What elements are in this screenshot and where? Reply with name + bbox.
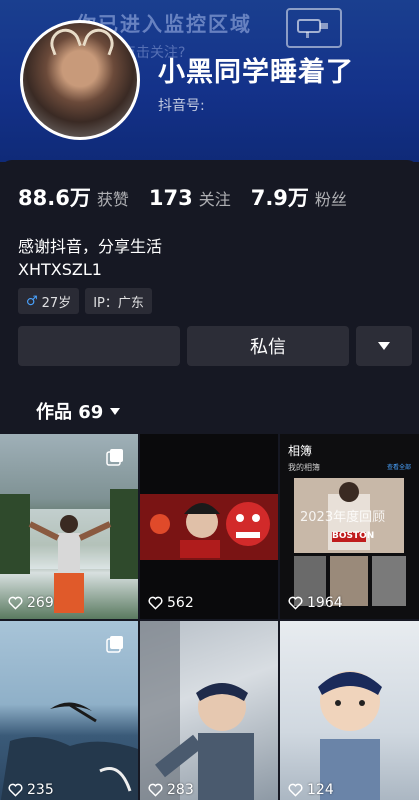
red-mask-scene: [140, 494, 278, 560]
antler-decoration: [46, 24, 82, 56]
nickname: 小黑同学睡着了: [158, 57, 354, 88]
stat-following-value: 173: [148, 186, 193, 210]
video-likes-count: 562: [167, 595, 194, 611]
more-dropdown-button[interactable]: [356, 326, 412, 366]
douyin-id-label: 抖音号:: [158, 98, 205, 114]
age-text: 27岁: [41, 295, 72, 311]
video-likes: 269: [8, 595, 54, 611]
heart-icon: [148, 783, 163, 797]
album-overlay-text: 2023年度回顾: [300, 510, 386, 525]
multi-image-icon: [106, 636, 123, 653]
camera-icon: [286, 8, 342, 48]
heart-icon: [8, 783, 23, 797]
stat-followers-value: 7.9万: [250, 186, 309, 210]
tab-works[interactable]: 作品 69: [36, 398, 121, 424]
video-likes-count: 283: [167, 782, 194, 798]
album-shirt-text: BOSTON: [332, 531, 375, 541]
album-thumbnail[interactable]: 相簿 我的相簿 查看全部 2023年度回顾 BOSTON 1964: [280, 434, 419, 619]
male-icon: ♂: [26, 293, 38, 309]
heart-icon: [288, 596, 303, 610]
video-likes: 562: [148, 595, 194, 611]
stat-followers-label: 粉丝: [314, 190, 347, 209]
video-likes: 235: [8, 782, 54, 798]
video-thumbnail[interactable]: 124: [280, 621, 419, 800]
video-grid: 269 562 相簿 我的相簿 查看全部 2023年度回顾 BOSTON 196…: [0, 434, 419, 800]
stat-likes-label: 获赞: [96, 190, 129, 209]
antler-decoration: [82, 24, 118, 56]
bandana-portrait-scene: [318, 671, 382, 800]
ip-text: IP：广东: [93, 295, 144, 311]
video-thumbnail[interactable]: 269: [0, 434, 138, 619]
age-tag: ♂ 27岁: [18, 288, 80, 314]
tag-row: ♂ 27岁 IP：广东: [18, 288, 152, 314]
heart-icon: [8, 596, 23, 610]
stats-row: 88.6万 获赞 173 关注 7.9万 粉丝: [18, 182, 359, 212]
follow-button[interactable]: [18, 326, 180, 366]
ip-tag: IP：广东: [85, 288, 152, 314]
tab-works-label: 作品 69: [36, 402, 104, 423]
heart-icon: [288, 783, 303, 797]
stat-following-label: 关注: [198, 190, 231, 209]
video-likes: 1964: [288, 595, 343, 611]
bio-text: 感谢抖音，分享生活: [18, 237, 163, 256]
triangle-down-icon: [378, 342, 390, 350]
stat-likes-value: 88.6万: [18, 186, 91, 210]
video-likes-count: 269: [27, 595, 54, 611]
message-button[interactable]: 私信: [187, 326, 349, 366]
action-buttons: 私信: [18, 326, 412, 366]
bio-id-text: XHTXSZL1: [18, 260, 102, 279]
bandana-selfie-scene: [140, 621, 254, 800]
video-likes-count: 1964: [307, 595, 343, 611]
heart-icon: [148, 596, 163, 610]
video-likes-count: 124: [307, 782, 334, 798]
video-likes-count: 235: [27, 782, 54, 798]
video-likes: 283: [148, 782, 194, 798]
video-likes: 124: [288, 782, 334, 798]
video-thumbnail[interactable]: 235: [0, 621, 138, 800]
video-thumbnail[interactable]: 562: [140, 434, 278, 619]
stat-following[interactable]: 173 关注: [149, 186, 231, 210]
video-thumbnail[interactable]: 283: [140, 621, 278, 800]
album-collage: [294, 478, 406, 606]
avatar[interactable]: [20, 20, 140, 140]
chevron-down-icon: [110, 407, 121, 415]
stat-likes[interactable]: 88.6万 获赞: [18, 182, 129, 212]
multi-image-icon: [106, 449, 123, 466]
stat-followers[interactable]: 7.9万 粉丝: [251, 182, 347, 212]
